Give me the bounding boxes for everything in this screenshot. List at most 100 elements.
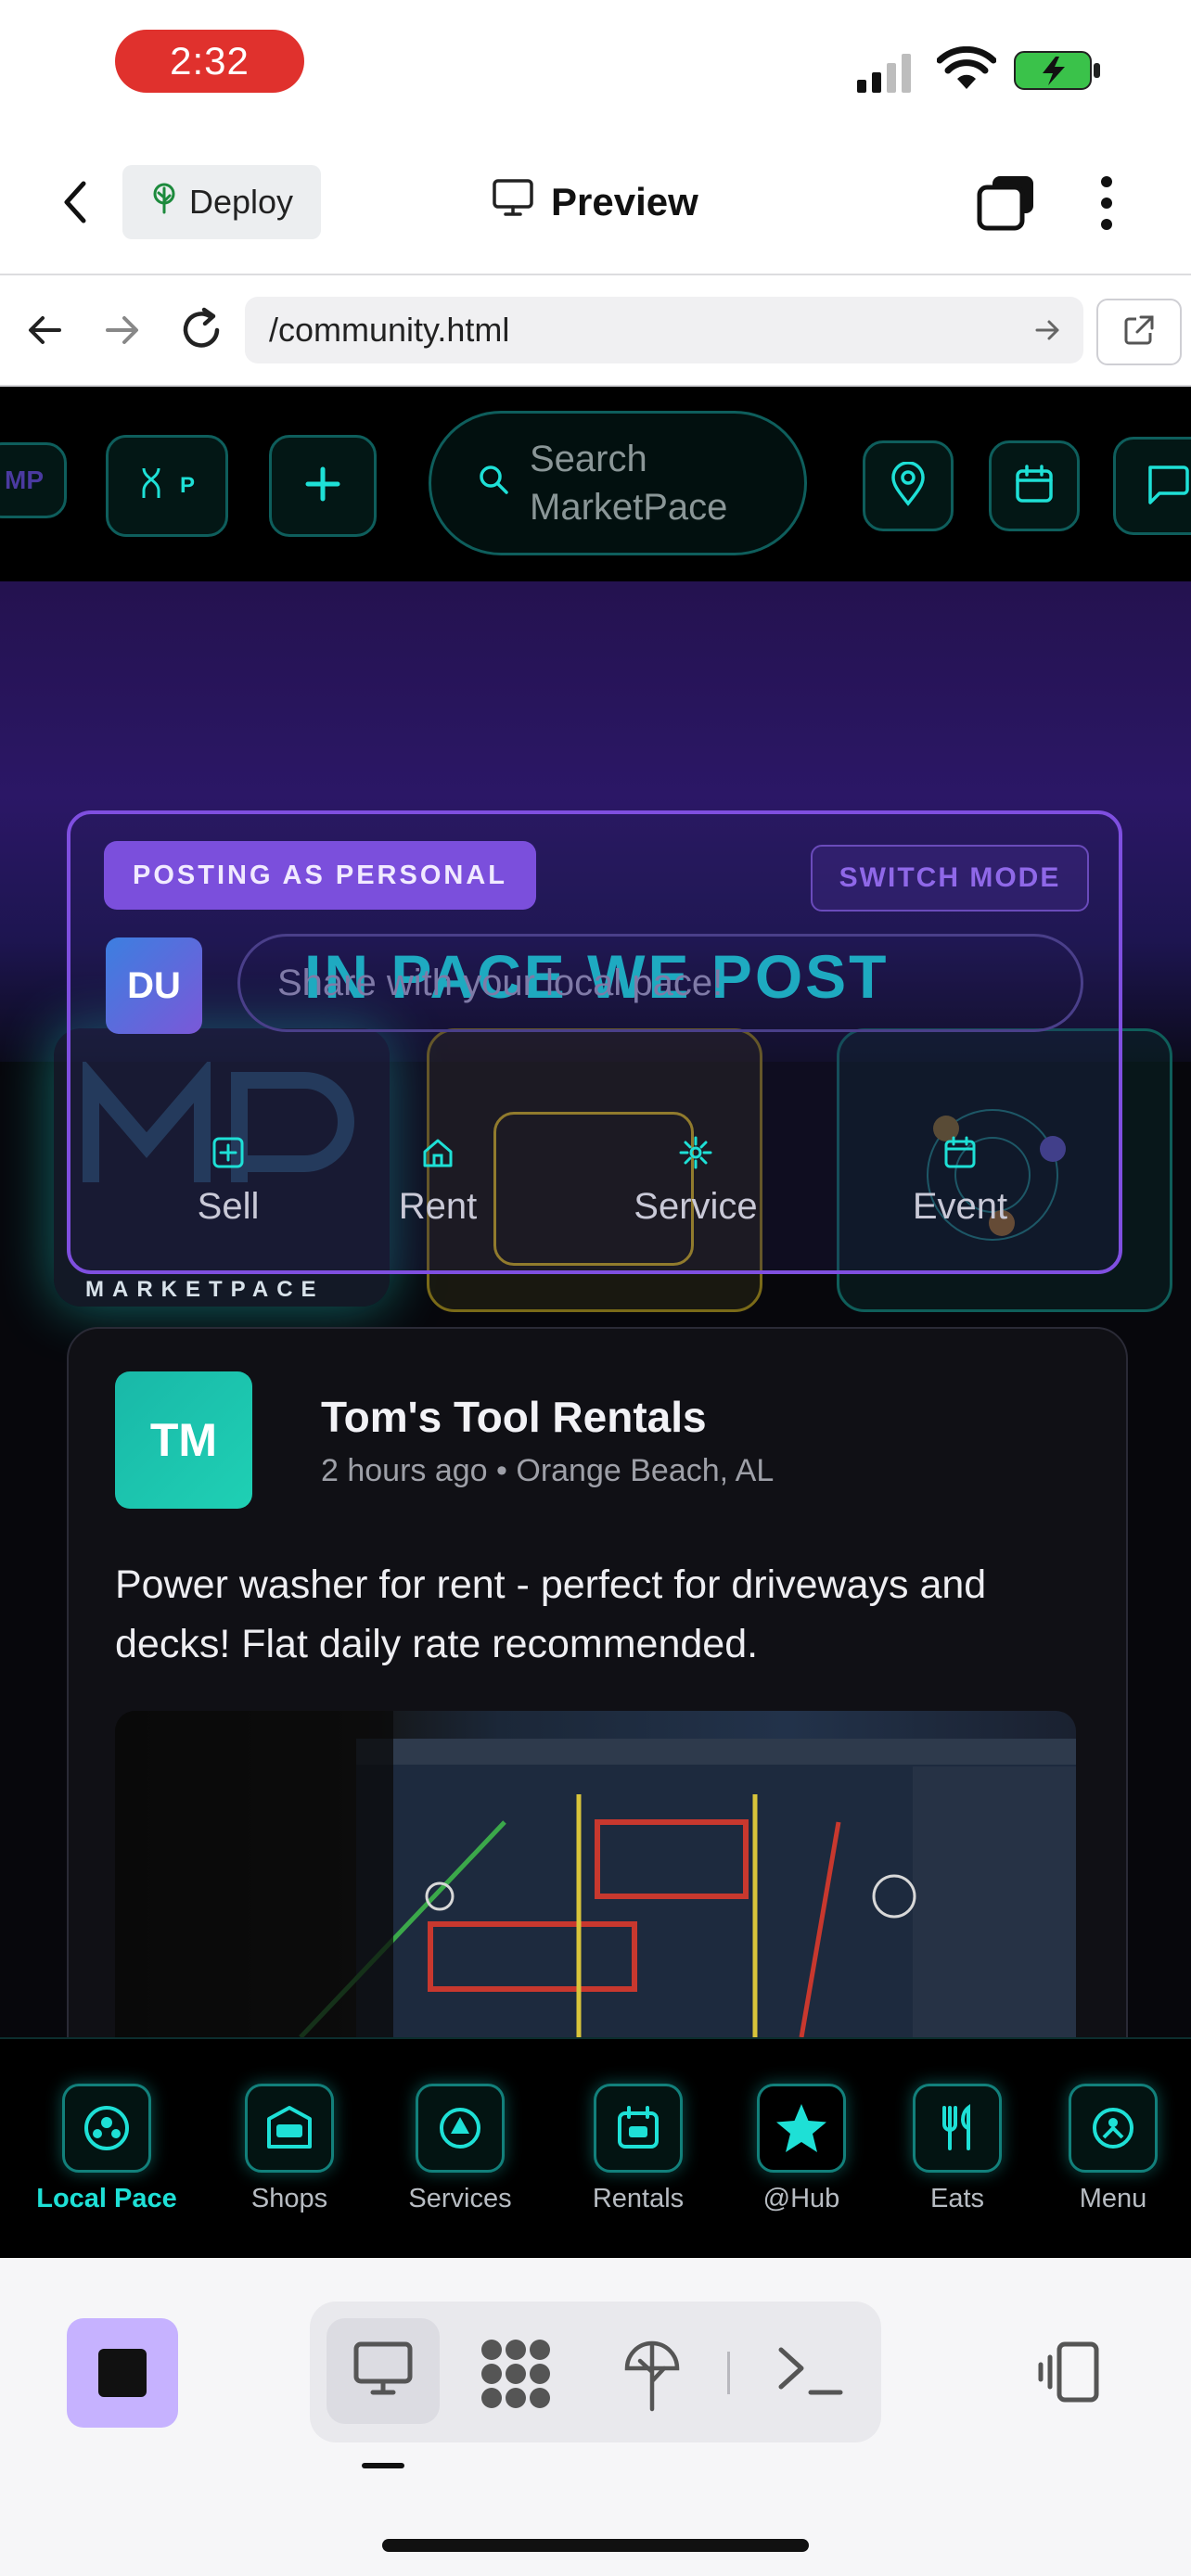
star-icon <box>757 2084 846 2173</box>
sparkle-icon <box>679 1136 712 1179</box>
menu-icon <box>1069 2084 1158 2173</box>
open-external-button[interactable] <box>1096 299 1182 365</box>
preview-mode-tab[interactable] <box>327 2318 440 2424</box>
utensils-icon <box>913 2084 1002 2173</box>
tree-icon <box>624 2340 680 2412</box>
nav-label-rentals: Rentals <box>592 2184 685 2213</box>
more-options-icon[interactable] <box>1095 172 1119 234</box>
post-body: Power washer for rent - perfect for driv… <box>115 1562 987 1666</box>
deploy-tree-tab[interactable] <box>618 2335 686 2413</box>
nav-local-pace[interactable]: Local Pace <box>19 2084 195 2214</box>
external-link-icon <box>1122 313 1156 351</box>
service-icon <box>416 2084 505 2173</box>
mode-badge: POSTING AS PERSONAL <box>104 841 536 910</box>
nav-shops[interactable]: Shops <box>215 2084 364 2214</box>
event-button[interactable]: Event <box>890 1136 1030 1228</box>
stop-square-icon <box>98 2349 147 2397</box>
shop-icon <box>245 2084 334 2173</box>
share-input[interactable]: Share with your local pace! <box>237 934 1083 1032</box>
brand-wordmark: MARKETPACE <box>85 1277 325 1302</box>
add-button[interactable] <box>269 435 377 537</box>
back-chevron-icon[interactable] <box>58 176 95 228</box>
preview-label: Preview <box>551 180 698 223</box>
plus-square-icon <box>211 1136 245 1179</box>
status-time: 2:32 <box>115 30 304 93</box>
location-pin-icon <box>890 460 927 511</box>
nav-label-shops: Shops <box>250 2184 328 2213</box>
site-bottom-nav: Local Pace Shops Services Rentals @Hub E… <box>0 2037 1191 2260</box>
device-frame-icon <box>1038 2341 1099 2403</box>
sell-button[interactable]: Sell <box>173 1136 284 1228</box>
search-placeholder-line1: Search <box>530 439 647 479</box>
url-text: /community.html <box>269 311 510 349</box>
profile-mode-button[interactable]: P <box>106 435 228 537</box>
home-indicator <box>382 2539 809 2552</box>
nav-rentals[interactable]: Rentals <box>564 2084 712 2214</box>
nav-hub[interactable]: @Hub <box>727 2084 876 2214</box>
browser-forward-icon[interactable] <box>102 310 143 351</box>
sell-label: Sell <box>197 1186 260 1227</box>
url-field[interactable]: /community.html <box>245 297 1083 363</box>
location-button[interactable] <box>863 440 954 531</box>
nav-label-hub: @Hub <box>762 2184 840 2213</box>
people-icon <box>62 2084 151 2173</box>
post-avatar: TM <box>115 1371 252 1509</box>
search-placeholder-line2: MarketPace <box>530 487 728 528</box>
avatar: DU <box>106 937 202 1034</box>
post-image[interactable] <box>115 1711 1076 2037</box>
web-content: MP P Search MarketPace MARKETPACE IN PAC… <box>0 387 1191 2037</box>
nav-label-menu: Menu <box>1079 2184 1147 2213</box>
nav-label-services: Services <box>408 2184 512 2213</box>
deploy-tree-icon <box>150 183 178 223</box>
signal-icon <box>857 52 916 93</box>
rent-button[interactable]: Rent <box>382 1136 493 1228</box>
monitor-icon <box>352 2340 414 2403</box>
wifi-icon <box>936 45 997 93</box>
service-label: Service <box>634 1186 758 1227</box>
p-label: P <box>179 473 195 498</box>
rent-label: Rent <box>398 1186 478 1227</box>
plus-icon <box>304 465 341 507</box>
device-rotate-button[interactable] <box>1035 2339 1102 2405</box>
terminal-tab[interactable] <box>775 2340 844 2402</box>
post-author[interactable]: Tom's Tool Rentals <box>321 1392 707 1442</box>
logo-button[interactable]: MP <box>0 442 67 518</box>
switch-mode-button[interactable]: SWITCH MODE <box>811 845 1089 912</box>
dna-icon <box>139 465 163 507</box>
tabs-switcher-icon[interactable] <box>976 172 1037 232</box>
site-top-nav: MP P Search MarketPace <box>0 387 1191 581</box>
calendar-button[interactable] <box>989 440 1080 531</box>
calendar-icon <box>943 1136 977 1179</box>
nav-menu[interactable]: Menu <box>1039 2084 1187 2214</box>
messages-button[interactable] <box>1113 437 1191 535</box>
service-button[interactable]: Service <box>612 1136 779 1228</box>
apps-grid-icon <box>481 2340 550 2408</box>
stop-button[interactable] <box>67 2318 178 2428</box>
toolbar-divider <box>727 2352 730 2394</box>
preview-title: Preview <box>492 172 698 232</box>
nav-eats[interactable]: Eats <box>883 2084 1031 2214</box>
logo-short: MP <box>5 465 44 494</box>
reload-icon[interactable] <box>180 306 224 352</box>
calendar-icon <box>1014 464 1055 509</box>
search-icon <box>478 459 509 507</box>
deploy-button[interactable]: Deploy <box>122 165 321 239</box>
battery-icon <box>1013 48 1102 93</box>
share-placeholder: Share with your local pace! <box>277 962 724 1003</box>
event-label: Event <box>912 1186 1008 1227</box>
monitor-icon <box>492 178 534 226</box>
rental-icon <box>594 2084 683 2173</box>
apps-grid-tab[interactable] <box>479 2337 553 2411</box>
terminal-icon <box>778 2347 843 2395</box>
url-go-icon[interactable] <box>1033 315 1063 345</box>
nav-services[interactable]: Services <box>386 2084 534 2214</box>
active-tab-indicator <box>362 2463 404 2468</box>
post-meta: 2 hours ago • Orange Beach, AL <box>321 1453 775 1488</box>
nav-label-eats: Eats <box>929 2184 985 2213</box>
nav-label-local-pace: Local Pace <box>36 2184 177 2213</box>
house-icon <box>421 1136 455 1179</box>
search-input[interactable]: Search MarketPace <box>429 411 807 555</box>
browser-back-icon[interactable] <box>24 310 65 351</box>
deploy-label: Deploy <box>188 183 294 221</box>
chat-bubble-icon <box>1145 464 1189 509</box>
